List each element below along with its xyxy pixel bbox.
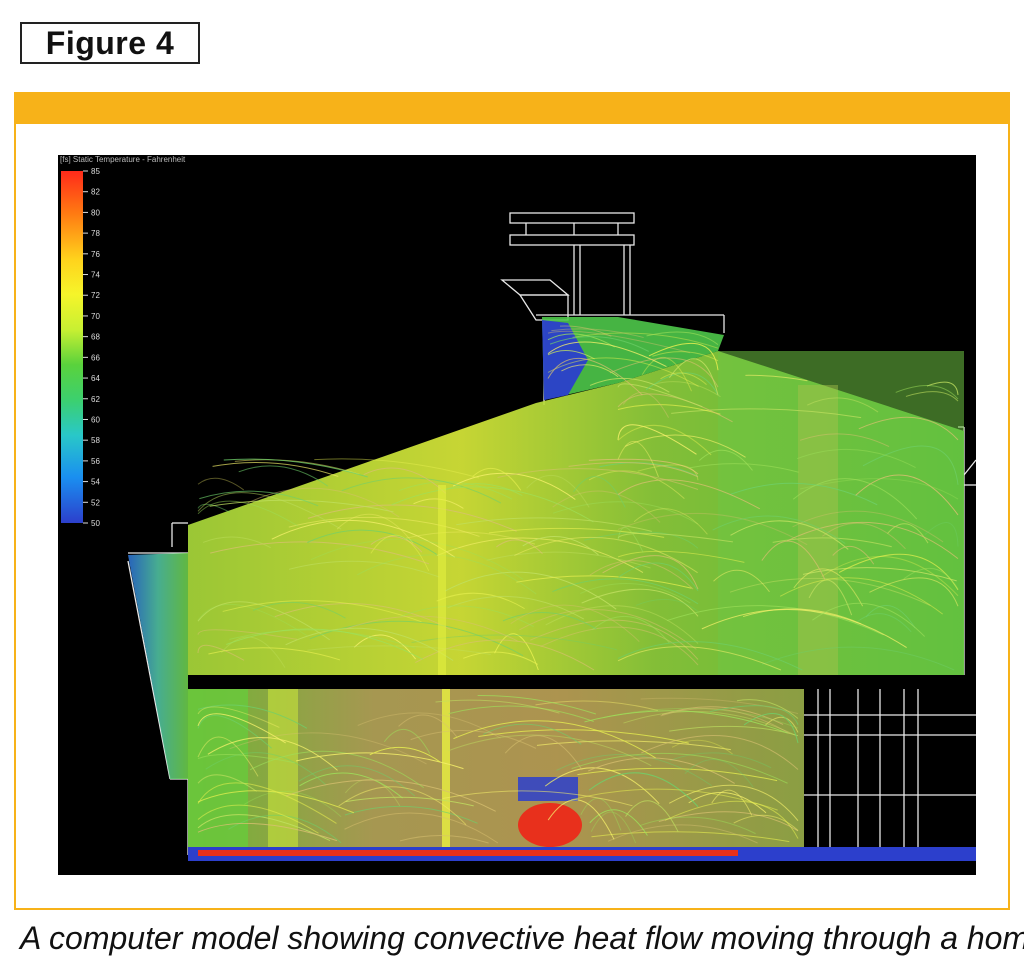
- accent-bar: [16, 94, 1008, 124]
- legend-tick-label: 58: [91, 436, 100, 445]
- legend-tick-label: 78: [91, 229, 100, 238]
- legend-tick-label: 85: [91, 167, 100, 176]
- legend-tick-label: 64: [91, 374, 100, 383]
- legend-tick-label: 50: [91, 519, 100, 528]
- cfd-visualization: [fs] Static Temperature - Fahrenheit 85 8…: [58, 155, 976, 875]
- figure-label: Figure 4: [20, 22, 200, 64]
- legend-tick-label: 70: [91, 312, 100, 321]
- legend-tick-label: 66: [91, 353, 100, 362]
- streamline: [197, 477, 245, 491]
- cfd-svg: [fs] Static Temperature - Fahrenheit 858…: [60, 155, 976, 861]
- upper-column: [438, 485, 446, 675]
- legend-tick-label: 52: [91, 498, 100, 507]
- temperature-color-bar: [61, 171, 83, 523]
- legend-tick-label: 62: [91, 395, 100, 404]
- legend-tick-label: 74: [91, 271, 100, 280]
- left-wall-airflow: [128, 553, 188, 779]
- figure-caption: A computer model showing convective heat…: [20, 920, 1024, 956]
- legend-title: [fs] Static Temperature - Fahrenheit: [60, 155, 186, 164]
- legend-tick-label: 82: [91, 188, 100, 197]
- legend-tick-label: 56: [91, 457, 100, 466]
- legend-tick-label: 76: [91, 250, 100, 259]
- floor-slab-right: [718, 675, 976, 689]
- legend-tick-label: 72: [91, 291, 100, 300]
- legend-ticks: 85 82 80 78 76 74 72 70 68 66 64 62 60 58 56 54 52 50: [83, 167, 100, 528]
- right-room-airflow: [718, 351, 964, 675]
- floor-heating: [198, 850, 738, 856]
- legend-tick-label: 60: [91, 415, 100, 424]
- legend-tick-label: 68: [91, 333, 100, 342]
- legend-tick-label: 54: [91, 478, 100, 487]
- legend-tick-label: 80: [91, 208, 100, 217]
- cold-zone: [518, 777, 578, 801]
- floor-slab: [242, 675, 572, 689]
- heat-source: [518, 803, 582, 847]
- lower-column-2: [442, 689, 450, 847]
